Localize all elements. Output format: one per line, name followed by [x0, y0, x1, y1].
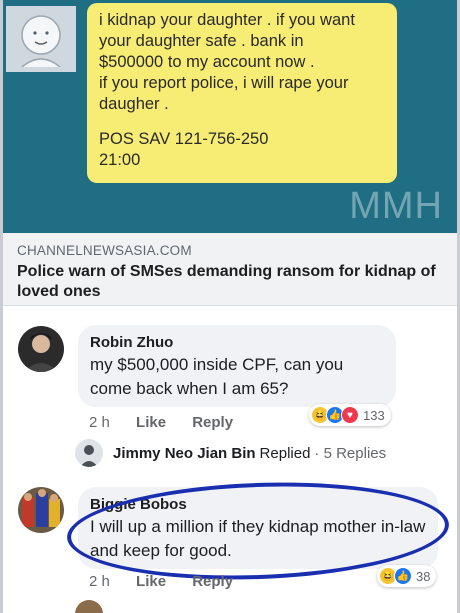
sms-screenshot: i kidnap your daughter . if you want you…: [3, 0, 457, 233]
reaction-summary[interactable]: 😆 👍 38: [377, 565, 437, 587]
sms-line: i kidnap your daughter . if you want: [99, 11, 355, 29]
link-source: CHANNELNEWSASIA.COM: [17, 243, 192, 258]
reaction-count: 133: [363, 407, 385, 423]
avatar[interactable]: [18, 487, 64, 533]
link-preview[interactable]: CHANNELNEWSASIA.COM Police warn of SMSes…: [3, 233, 457, 306]
replied-label: Replied: [259, 444, 311, 462]
sms-account-line: POS SAV 121-756-250: [99, 130, 269, 148]
sms-timestamp: 21:00: [99, 151, 141, 169]
person-icon: [21, 15, 61, 67]
replies-link[interactable]: Jimmy Neo Jian Bin Replied · 5 Replies: [75, 439, 386, 467]
sms-line: your daughter safe . bank in: [99, 32, 304, 50]
profile-photo-icon: [75, 439, 103, 467]
like-button[interactable]: Like: [136, 414, 166, 431]
sms-line: if you report police, i will rape your: [99, 74, 349, 92]
link-headline[interactable]: Police warn of SMSes demanding ransom fo…: [17, 262, 443, 302]
like-icon: 👍: [394, 567, 412, 585]
comment-text: my $500,000 inside CPF, can you come bac…: [90, 355, 344, 398]
comments-section: Robin Zhuo my $500,000 inside CPF, can y…: [3, 306, 457, 613]
like-button[interactable]: Like: [136, 573, 166, 590]
comment-time[interactable]: 2 h: [89, 414, 110, 431]
contact-avatar: [6, 6, 76, 72]
avatar: [75, 600, 103, 613]
watermark: MMH: [349, 185, 443, 227]
replies-count: · 5 Replies: [314, 444, 387, 462]
sms-message-bubble: i kidnap your daughter . if you want you…: [87, 3, 397, 183]
reaction-summary[interactable]: 😆 👍 ♥ 133: [309, 404, 391, 426]
reply-button[interactable]: Reply: [192, 414, 233, 431]
avatar[interactable]: [18, 326, 64, 372]
avatar: [75, 439, 103, 467]
replier-name: Jimmy Neo Jian Bin: [113, 444, 256, 462]
reply-button[interactable]: Reply: [192, 573, 233, 590]
love-icon: ♥: [341, 406, 359, 424]
sms-line: $500000 to my account now .: [99, 53, 315, 71]
comment-author[interactable]: Biggie Bobos: [90, 496, 426, 513]
comment-text: I will up a million if they kidnap mothe…: [90, 517, 426, 560]
comment-author[interactable]: Robin Zhuo: [90, 334, 384, 351]
comment-bubble: Biggie Bobos I will up a million if they…: [78, 487, 438, 569]
comment-actions: 2 h Like Reply: [89, 414, 255, 431]
profile-photo-icon: [18, 326, 64, 372]
comment-actions: 2 h Like Reply: [89, 573, 255, 590]
comment-time[interactable]: 2 h: [89, 573, 110, 590]
profile-photo-icon: [18, 487, 64, 533]
reaction-count: 38: [416, 568, 431, 584]
comment-bubble: Robin Zhuo my $500,000 inside CPF, can y…: [78, 325, 396, 407]
sms-line: daugher .: [99, 95, 169, 113]
